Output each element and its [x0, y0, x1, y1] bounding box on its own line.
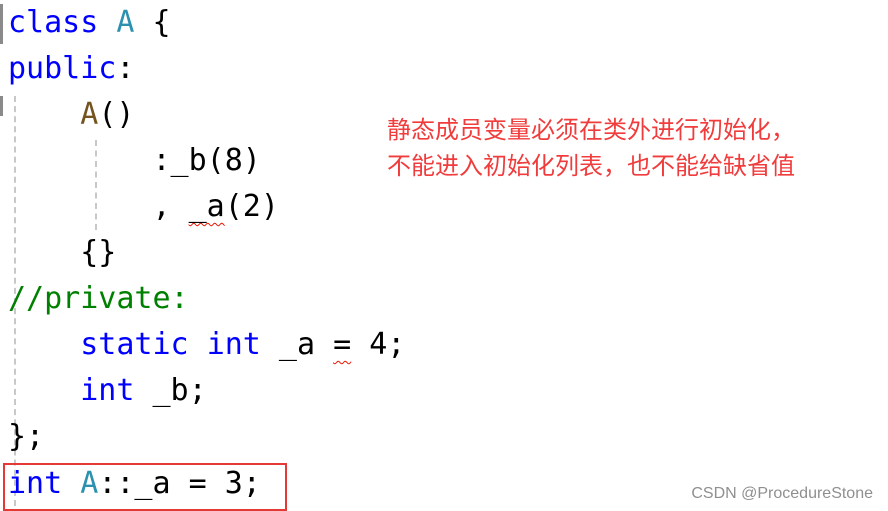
token-squig: = [333, 327, 352, 362]
code-line: public: [8, 46, 134, 92]
code-line: static int _a = 4; [8, 322, 405, 368]
token-squig: _a [188, 189, 225, 224]
token-cls: A [116, 5, 135, 40]
token: }; [8, 419, 45, 454]
line-marker [0, 96, 3, 116]
token-cm: //private: [8, 281, 189, 316]
token: , [8, 189, 189, 224]
token: () [98, 97, 135, 132]
token: 4; [351, 327, 406, 362]
code-editor[interactable]: class A {public: A() :_b(8) , _a(2) {}//… [0, 0, 888, 511]
code-line: , _a(2) [8, 184, 279, 230]
token: { [134, 5, 171, 40]
token: {} [8, 235, 117, 270]
token: _a [260, 327, 334, 362]
code-line: :_b(8) [8, 138, 261, 184]
token: _b; [134, 373, 207, 408]
token-kw: int [206, 327, 261, 362]
token: : [116, 51, 135, 86]
token-kw: class [8, 5, 99, 40]
code-line: //private: [8, 276, 189, 322]
code-line: }; [8, 414, 44, 460]
code-line: int _b; [8, 368, 207, 414]
token-fn: A [80, 97, 99, 132]
line-marker [0, 4, 3, 44]
highlight-box [3, 463, 287, 511]
token-kw: public [8, 51, 117, 86]
code-line: {} [8, 230, 116, 276]
token-kw: static [80, 327, 189, 362]
annotation-note: 静态成员变量必须在类外进行初始化， 不能进入初始化列表，也不能给缺省值 [387, 116, 795, 180]
code-line: class A { [8, 0, 171, 46]
code-line: A() [8, 92, 134, 138]
watermark: CSDN @ProcedureStone [691, 485, 873, 502]
token: :_b(8) [8, 143, 261, 178]
token-kw: int [80, 373, 135, 408]
token: (2) [224, 189, 279, 224]
